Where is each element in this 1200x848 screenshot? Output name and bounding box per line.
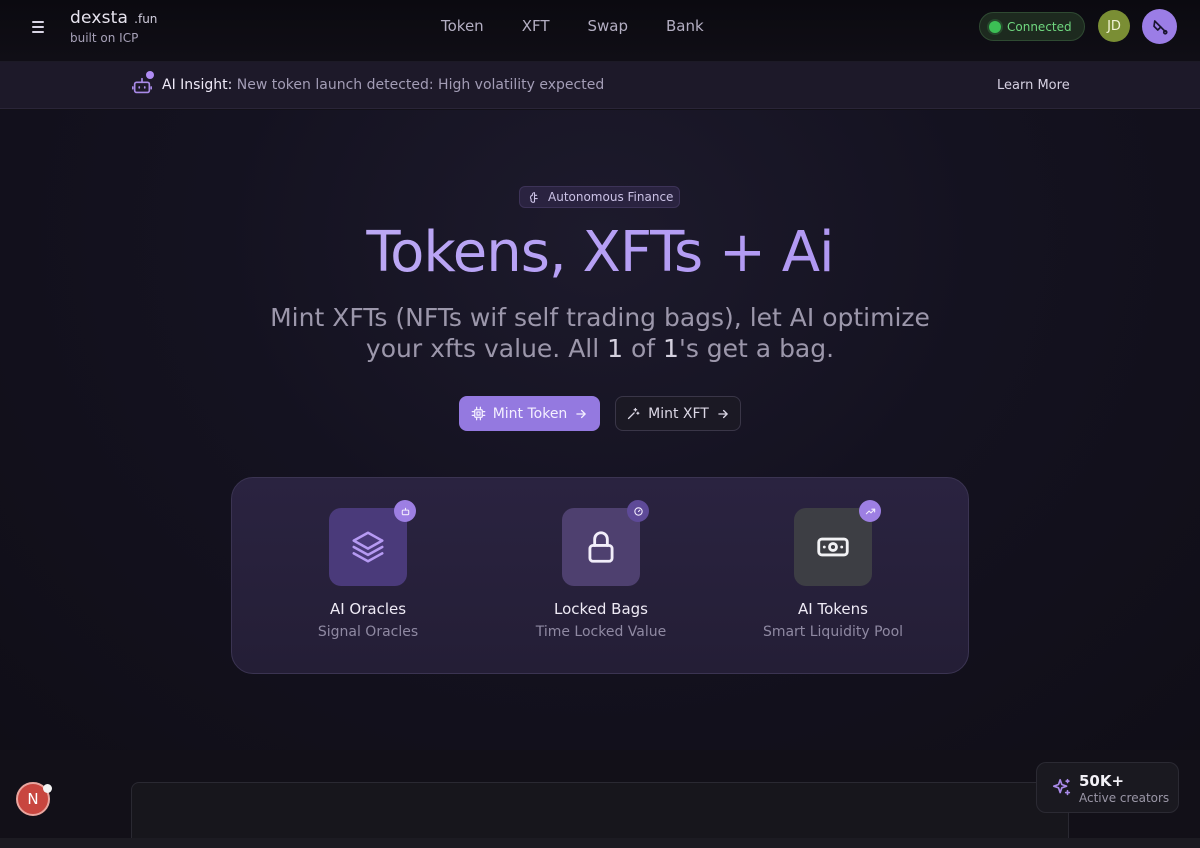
mint-token-button[interactable]: Mint Token — [459, 396, 600, 431]
wallet-icon — [1152, 19, 1168, 35]
mint-xft-button[interactable]: Mint XFT — [615, 396, 741, 431]
nav-bank[interactable]: Bank — [666, 17, 704, 35]
feature-icon-box — [562, 500, 649, 586]
main-nav: Token XFT Swap Bank — [441, 17, 742, 35]
hamburger-menu-icon[interactable] — [24, 15, 52, 37]
layers-icon — [352, 531, 384, 563]
feature-icon-box — [329, 500, 416, 586]
notification-dot — [43, 784, 52, 793]
hero-subtitle-part2: 's get a bag. — [678, 334, 835, 363]
insight-text: AI Insight: New token launch detected: H… — [162, 77, 604, 93]
lock-icon — [588, 531, 614, 563]
ai-insight-banner: AI Insight: New token launch detected: H… — [0, 62, 1200, 109]
gauge-mini-icon — [627, 500, 649, 522]
brand-logo[interactable]: dexsta .fun built on ICP — [70, 8, 157, 45]
wallet-button[interactable] — [1142, 9, 1177, 44]
stats-value: 50K+ — [1079, 772, 1125, 790]
features-card: AI Oracles Signal Oracles Locked Bags Ti… — [231, 477, 969, 674]
sparkles-icon — [1052, 778, 1071, 796]
arrow-right-icon — [718, 409, 728, 418]
nav-token[interactable]: Token — [441, 17, 484, 35]
status-dot-icon — [989, 20, 1001, 33]
feature-icon-box — [794, 500, 881, 586]
user-avatar[interactable]: JD — [1098, 10, 1130, 42]
active-creators-card: 50K+ Active creators — [1036, 762, 1179, 813]
feature-subtitle: Time Locked Value — [535, 624, 667, 640]
learn-more-link[interactable]: Learn More — [997, 78, 1070, 93]
feature-title: AI Tokens — [798, 600, 868, 618]
feature-locked-bags[interactable]: Locked Bags Time Locked Value — [486, 500, 716, 640]
brand-name: dexsta — [70, 8, 129, 28]
mint-token-label: Mint Token — [492, 405, 568, 422]
chip-icon — [471, 406, 486, 421]
brand-tld: .fun — [134, 12, 158, 26]
hero-subtitle-one-a: 1 — [607, 334, 624, 363]
hero-badge-label: Autonomous Finance — [548, 190, 674, 204]
nav-swap[interactable]: Swap — [588, 17, 629, 35]
trend-up-mini-icon — [859, 500, 881, 522]
feature-ai-tokens[interactable]: AI Tokens Smart Liquidity Pool — [718, 500, 948, 640]
top-header: dexsta .fun built on ICP Token XFT Swap B… — [0, 0, 1200, 62]
connection-status-label: Connected — [1007, 19, 1072, 34]
insight-message: New token launch detected: High volatili… — [236, 77, 605, 93]
connection-status-badge[interactable]: Connected — [979, 12, 1085, 41]
sparkles-icon — [628, 407, 640, 420]
stats-label: Active creators — [1079, 791, 1170, 805]
brand-subtitle: built on ICP — [70, 31, 139, 45]
robot-mini-icon — [394, 500, 416, 522]
feature-title: Locked Bags — [553, 600, 648, 618]
feature-title: AI Oracles — [329, 600, 407, 618]
mint-xft-label: Mint XFT — [648, 405, 709, 422]
nav-xft[interactable]: XFT — [522, 17, 550, 35]
bottom-scrollbar[interactable] — [0, 838, 1200, 848]
hero-subtitle: Mint XFTs (NFTs wif self trading bags), … — [270, 302, 930, 364]
hero-subtitle-of: of — [623, 334, 664, 363]
hero-badge: Autonomous Finance — [519, 186, 680, 208]
arrow-right-icon — [576, 409, 587, 418]
insight-alert-dot — [146, 71, 154, 79]
hero-subtitle-one-b: 1 — [663, 334, 679, 363]
feature-subtitle: Signal Oracles — [317, 624, 419, 640]
feature-ai-oracles[interactable]: AI Oracles Signal Oracles — [253, 500, 483, 640]
brain-icon — [529, 191, 538, 203]
insight-label: AI Insight: — [162, 77, 233, 93]
hero-title: Tokens, XFTs + Ai — [0, 220, 1200, 285]
feature-subtitle: Smart Liquidity Pool — [762, 624, 904, 640]
cash-icon — [817, 537, 849, 557]
